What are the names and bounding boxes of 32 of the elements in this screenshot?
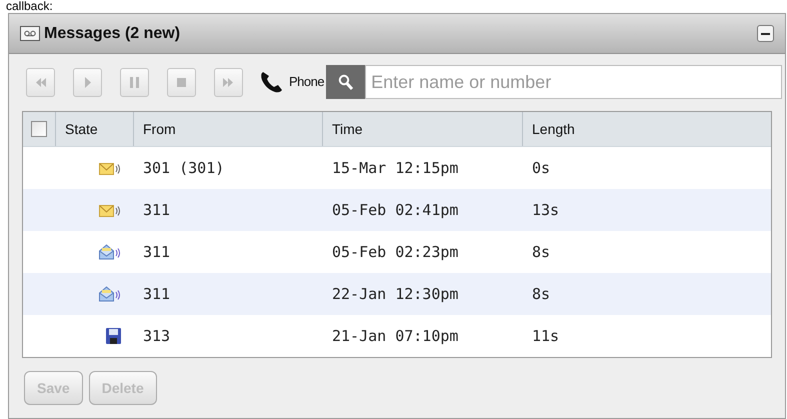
table-cell: 311: [143, 242, 170, 261]
table-cell: 13s: [532, 200, 560, 219]
panel-title: Messages (2 new): [44, 24, 180, 44]
table-cell: 8s: [532, 242, 550, 261]
column-header[interactable]: Time: [332, 118, 363, 140]
table-cell: 21-Jan 07:10pm: [332, 326, 458, 345]
table-cell: 05-Feb 02:23pm: [332, 242, 458, 261]
table-cell: 22-Jan 12:30pm: [332, 284, 458, 303]
table-cell: 05-Feb 02:41pm: [332, 200, 458, 219]
column-header[interactable]: Length: [532, 118, 575, 140]
table-cell: 8s: [532, 284, 550, 303]
table-cell: 11s: [532, 326, 560, 345]
pause-icon: [127, 74, 142, 90]
search-icon: [338, 74, 354, 90]
collapse-button[interactable]: [757, 25, 774, 42]
table-cell: 311: [143, 200, 170, 219]
message-row[interactable]: 311 22-Jan 12:30pm 8s: [23, 273, 771, 315]
table-cell: 0s: [532, 158, 550, 177]
search-field[interactable]: Enter name or number: [365, 65, 782, 99]
caption-text: callback:: [6, 0, 53, 13]
phone-icon: [259, 70, 285, 94]
voicemail-icon: [20, 26, 40, 41]
table-cell: 301 (301): [143, 158, 224, 177]
message-row[interactable]: 311 05-Feb 02:41pm 13s: [23, 189, 771, 231]
phone-label: Phone: [289, 73, 324, 92]
table-cell: 313: [143, 326, 170, 345]
search-button[interactable]: [326, 65, 366, 99]
column-header[interactable]: State: [65, 118, 98, 140]
column-header[interactable]: From: [143, 118, 176, 140]
select-all-checkbox[interactable]: [31, 121, 47, 137]
table-cell: 311: [143, 284, 170, 303]
table-cell: 15-Mar 12:15pm: [332, 158, 458, 177]
